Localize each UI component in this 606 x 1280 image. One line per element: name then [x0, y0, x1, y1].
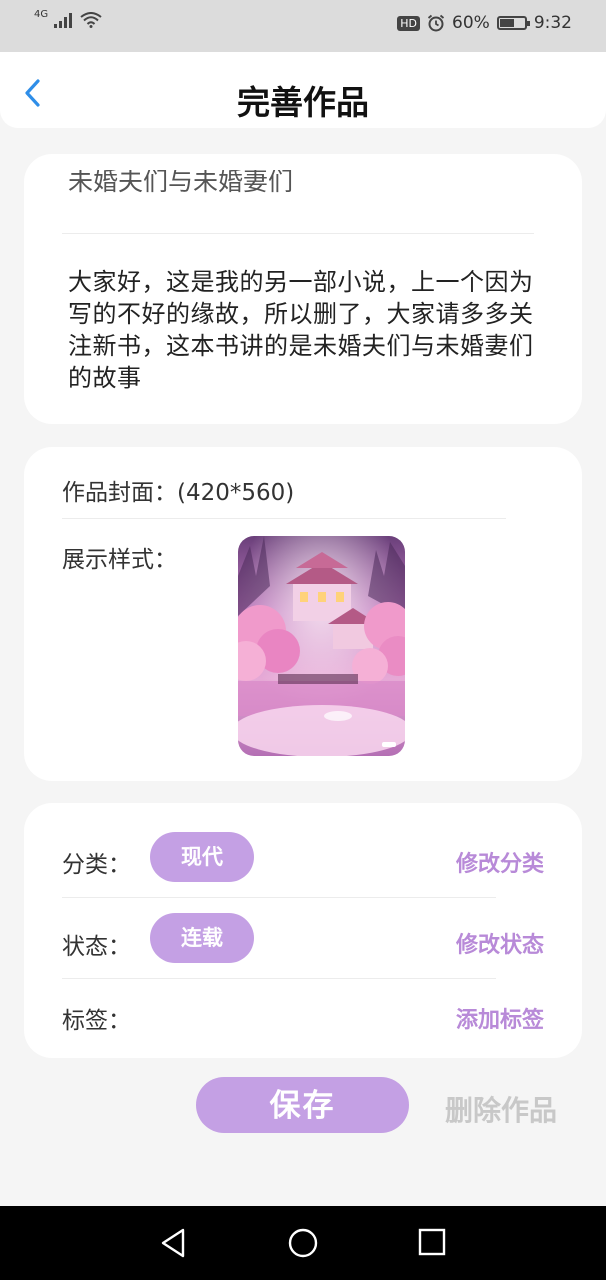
circle-home-icon[interactable] [287, 1227, 319, 1259]
cover-image[interactable] [238, 536, 405, 756]
divider [62, 897, 496, 898]
clock: 9:32 [533, 13, 572, 33]
header-bar: 完善作品 [0, 52, 606, 128]
meta-card: 分类： 现代 修改分类 状态： 连载 修改状态 标签： 添加标签 [24, 803, 582, 1058]
work-title[interactable]: 未婚夫们与未婚妻们 [68, 170, 293, 198]
add-tag-link[interactable]: 添加标签 [456, 1002, 544, 1034]
network-type: 4G [34, 8, 49, 20]
cover-label: 作品封面：(420*560) [62, 480, 295, 506]
alarm-icon [427, 14, 445, 32]
battery-percent: 60% [452, 13, 490, 33]
battery-icon [496, 16, 530, 30]
status-pill[interactable]: 连载 [150, 913, 254, 963]
status-bar: 4G HD 60% 9:32 [0, 0, 606, 52]
status-left: 4G [34, 8, 102, 28]
work-description[interactable]: 大家好，这是我的另一部小说，上一个因为写的不好的缘故，所以删了，大家请多多关注新… [68, 266, 544, 394]
tags-label: 标签： [62, 1008, 131, 1034]
wifi-icon [80, 12, 102, 28]
system-nav-bar [0, 1206, 606, 1280]
category-pill[interactable]: 现代 [150, 832, 254, 882]
divider [62, 518, 506, 519]
hd-badge: HD [397, 15, 421, 31]
save-button[interactable]: 保存 [196, 1077, 409, 1133]
display-style-label: 展示样式： [62, 547, 177, 573]
delete-work-button[interactable]: 删除作品 [445, 1089, 557, 1129]
square-recents-icon[interactable] [417, 1227, 447, 1257]
status-label: 状态： [62, 934, 131, 960]
category-label: 分类： [62, 852, 131, 878]
cover-card: 作品封面：(420*560) 展示样式： [24, 447, 582, 781]
battery-fill [499, 19, 514, 27]
edit-status-link[interactable]: 修改状态 [456, 927, 544, 959]
page-title: 完善作品 [237, 83, 369, 122]
signal-icon [54, 13, 73, 28]
triangle-back-icon[interactable] [159, 1227, 187, 1259]
intro-card: 未婚夫们与未婚妻们 大家好，这是我的另一部小说，上一个因为写的不好的缘故，所以删… [24, 154, 582, 424]
divider [62, 978, 496, 979]
edit-category-link[interactable]: 修改分类 [456, 846, 544, 878]
status-right: HD 60% 9:32 [397, 13, 572, 33]
divider [62, 233, 534, 234]
